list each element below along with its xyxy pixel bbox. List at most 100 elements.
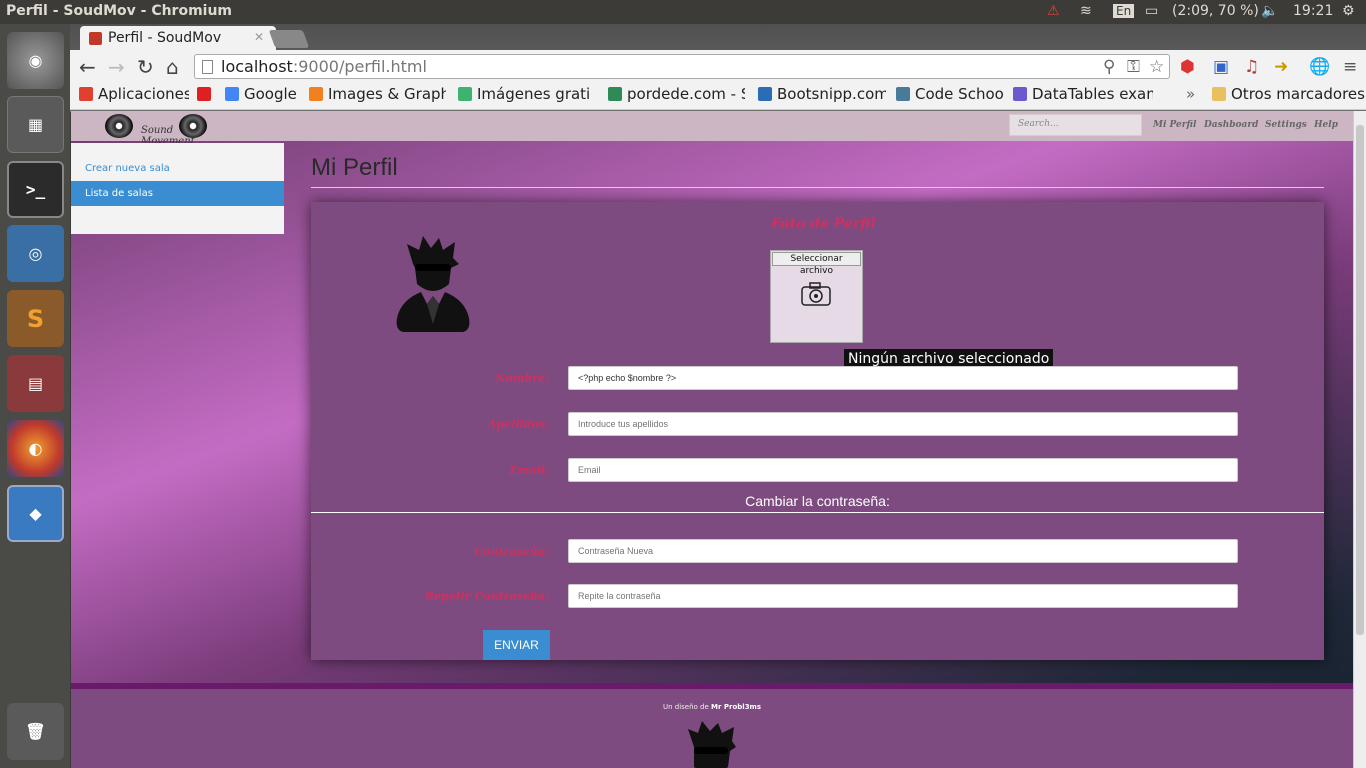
bookmark-favicon-icon [1013, 87, 1027, 101]
file-manager-icon[interactable]: ▤ [7, 355, 64, 412]
bookmark-label: Aplicaciones [98, 85, 189, 103]
warning-icon[interactable]: ⚠ [1047, 3, 1060, 19]
email-label: Email: [509, 464, 549, 477]
profile-form-card: Foto de Perfil Seleccionar archivo Ningú… [311, 202, 1324, 660]
bookmark-favicon-icon [309, 87, 323, 101]
sidebar-item-crear-sala[interactable]: Crear nueva sala [71, 156, 284, 181]
bookmark-item[interactable]: pordede.com - Se [608, 85, 745, 103]
divider [311, 187, 1324, 188]
battery-status[interactable]: (2:09, 70 %) [1172, 3, 1259, 19]
footer-prefix: Un diseño de [662, 703, 709, 711]
bookmark-item[interactable]: Aplicaciones [79, 85, 189, 103]
scrollbar-thumb[interactable] [1356, 125, 1364, 635]
wifi-icon[interactable]: ≋ [1080, 3, 1092, 19]
back-arrow-icon[interactable]: ← [79, 55, 96, 79]
repeat-password-label: Repetir Contraseña: [424, 590, 549, 603]
key-icon[interactable]: ⚿ [1127, 57, 1140, 77]
clock[interactable]: 19:21 [1293, 3, 1333, 19]
music-extension-icon[interactable]: ♫ [1244, 57, 1259, 77]
nav-settings[interactable]: Settings [1265, 120, 1307, 130]
page-icon [202, 60, 213, 74]
bookmark-item[interactable]: Google [225, 85, 297, 103]
folder-icon [1212, 87, 1226, 101]
unity-launcher: ◉ ▦ >_ ◎ S ▤ ◐ ◆ 🗑 [0, 24, 70, 768]
sidebar: Crear nueva sala Lista de salas [71, 143, 284, 234]
extension-cast-icon[interactable]: ▣ [1213, 57, 1229, 77]
keyboard-layout-indicator[interactable]: En [1113, 4, 1135, 18]
bookmark-item[interactable] [197, 85, 216, 103]
more-bookmarks-chevron[interactable]: » [1186, 85, 1195, 103]
other-bookmarks-label: Otros marcadores [1231, 85, 1365, 103]
firefox-icon[interactable]: ◐ [7, 420, 64, 477]
tab-favicon-icon [89, 32, 102, 45]
forward-arrow-icon[interactable]: → [108, 55, 125, 79]
bookmark-label: Bootsnipp.com [777, 85, 886, 103]
photo-section-title: Foto de Perfil [771, 216, 876, 232]
bookmark-favicon-icon [758, 87, 772, 101]
new-tab-button[interactable] [268, 30, 310, 48]
home-icon[interactable]: ⌂ [166, 55, 179, 79]
bookmark-label: Imágenes gratis - [477, 85, 590, 103]
bookmark-favicon-icon [896, 87, 910, 101]
new-password-input[interactable] [568, 539, 1238, 563]
url-path: :9000/perfil.html [292, 57, 427, 76]
arrow-extension-icon[interactable]: ➜ [1274, 57, 1288, 77]
footer-avatar-image [688, 721, 736, 768]
profile-avatar-image [396, 236, 470, 332]
adblock-icon[interactable]: ⬢ [1180, 57, 1195, 77]
close-tab-icon[interactable]: ✕ [254, 30, 264, 44]
chromium-icon[interactable]: ◎ [7, 225, 64, 282]
bookmark-favicon-icon [458, 87, 472, 101]
page-title: Mi Perfil [311, 154, 398, 181]
camera-icon [801, 282, 831, 306]
repeat-password-input[interactable] [568, 584, 1238, 608]
globe-extension-icon[interactable]: 🌐 [1309, 57, 1330, 77]
trash-icon[interactable]: 🗑 [7, 703, 64, 760]
url-host: localhost [221, 57, 293, 76]
nombre-input[interactable] [568, 366, 1238, 390]
terminal-icon[interactable]: >_ [7, 161, 64, 218]
site-logo[interactable]: Sound Movement [101, 111, 217, 147]
workspace-switcher-icon[interactable]: ▦ [7, 96, 64, 153]
footer-author[interactable]: Mr Probl3ms [711, 703, 761, 711]
bookmark-star-icon[interactable]: ☆ [1149, 57, 1164, 77]
bookmark-item[interactable]: Imágenes gratis - [458, 85, 590, 103]
apellidos-input[interactable] [568, 412, 1238, 436]
zoom-search-icon[interactable]: ⚲ [1103, 57, 1115, 77]
system-top-panel: Perfil - SoudMov - Chromium ⚠ ≋ En ▭ (2:… [0, 0, 1366, 24]
bookmark-item[interactable]: DataTables exam [1013, 85, 1153, 103]
contrasena-label: Contraseña: [474, 545, 549, 558]
browser-menu-icon[interactable]: ≡ [1343, 57, 1357, 77]
reload-icon[interactable]: ↻ [137, 55, 154, 79]
bookmark-favicon-icon [608, 87, 622, 101]
address-bar[interactable]: localhost:9000/perfil.html [194, 54, 1170, 79]
bookmark-item[interactable]: Bootsnipp.com [758, 85, 886, 103]
bookmark-item[interactable]: Code School [896, 85, 1004, 103]
battery-icon[interactable]: ▭ [1145, 3, 1158, 19]
settings-gear-icon[interactable]: ⚙ [1342, 3, 1355, 19]
ubuntu-dash-icon[interactable]: ◉ [7, 32, 64, 89]
bookmark-label: DataTables exam [1032, 85, 1153, 103]
nav-dashboard[interactable]: Dashboard [1204, 120, 1258, 130]
bookmark-item[interactable]: Images & Graphic [309, 85, 446, 103]
volume-icon[interactable]: 🔈 [1261, 3, 1278, 19]
submit-button[interactable]: ENVIAR [483, 630, 550, 660]
email-input[interactable] [568, 458, 1238, 482]
other-bookmarks-folder[interactable]: Otros marcadores [1212, 85, 1365, 103]
site-footer: Un diseño de Mr Probl3ms [71, 683, 1353, 768]
footer-credit: Un diseño de Mr Probl3ms [71, 703, 1353, 711]
apellidos-label: Apellidos: [487, 418, 549, 431]
sidebar-item-lista-salas[interactable]: Lista de salas [71, 181, 284, 206]
nav-mi-perfil[interactable]: Mi Perfil [1153, 120, 1196, 130]
bookmark-label: Code School [915, 85, 1004, 103]
select-file-button[interactable]: Seleccionar archivo [772, 252, 861, 276]
photo-upload-box[interactable]: Seleccionar archivo [770, 250, 863, 343]
site-search-input[interactable]: Search... [1009, 114, 1142, 136]
virtualbox-icon[interactable]: ◆ [7, 485, 64, 542]
nav-help[interactable]: Help [1314, 120, 1338, 130]
sublime-text-icon[interactable]: S [7, 290, 64, 347]
page-scrollbar[interactable] [1353, 111, 1366, 768]
web-page: Sound Movement Search... Mi Perfil Dashb… [71, 111, 1353, 768]
browser-tab[interactable]: Perfil - SoudMov ✕ [80, 26, 276, 50]
bookmark-favicon-icon [197, 87, 211, 101]
